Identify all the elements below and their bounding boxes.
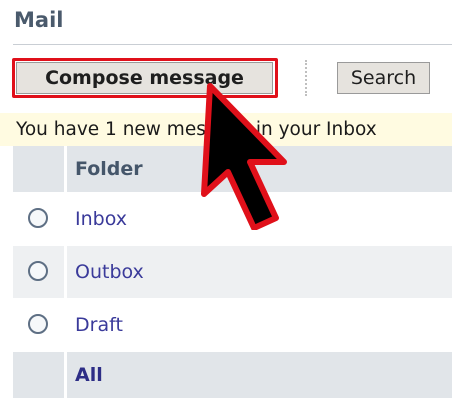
column-divider xyxy=(64,146,67,192)
folder-column-header: Folder xyxy=(75,158,143,180)
select-cell xyxy=(13,193,61,245)
select-cell xyxy=(13,246,61,298)
select-cell xyxy=(13,299,61,351)
folder-row-outbox[interactable]: Outbox xyxy=(13,246,452,299)
inbox-radio[interactable] xyxy=(28,208,48,228)
folder-row-draft[interactable]: Draft xyxy=(13,299,452,352)
column-divider xyxy=(64,299,67,351)
toolbar-separator xyxy=(305,60,307,96)
pointer-arrow-icon xyxy=(201,83,287,230)
column-divider xyxy=(64,193,67,245)
outbox-radio[interactable] xyxy=(28,261,48,281)
search-button[interactable]: Search xyxy=(337,62,430,94)
draft-link[interactable]: Draft xyxy=(75,299,123,351)
header-select-cell xyxy=(13,146,61,192)
folder-row-all[interactable]: All xyxy=(13,352,452,399)
outbox-link[interactable]: Outbox xyxy=(75,246,144,298)
page-title: Mail xyxy=(14,8,64,32)
all-folders-link[interactable]: All xyxy=(75,352,103,398)
column-divider xyxy=(64,246,67,298)
select-cell xyxy=(13,352,61,398)
inbox-link[interactable]: Inbox xyxy=(75,193,127,245)
arrow-shape-icon xyxy=(201,83,287,230)
column-divider xyxy=(64,352,67,398)
title-divider xyxy=(13,44,452,45)
draft-radio[interactable] xyxy=(28,314,48,334)
